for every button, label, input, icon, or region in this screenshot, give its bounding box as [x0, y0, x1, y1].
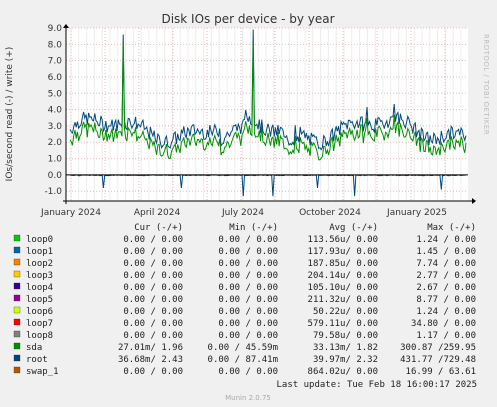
- legend-min-loop1: 0.00 / 0.00: [218, 247, 278, 257]
- legend-cur-loop7: 0.00 / 0.00: [123, 319, 183, 329]
- legend-avg-loop6: 50.22u/ 0.00: [313, 307, 378, 317]
- x-tick-label: January 2024: [40, 208, 101, 218]
- legend-name-sda: sda: [26, 343, 42, 353]
- y-tick-label: 8.0: [48, 40, 63, 50]
- legend-swatch-loop5: [13, 294, 21, 302]
- legend-avg-loop7: 579.11u/ 0.00: [308, 319, 378, 329]
- legend-max-loop5: 8.77 / 0.00: [416, 295, 476, 305]
- legend-max-loop0: 1.24 / 0.00: [416, 235, 476, 245]
- y-tick-label: 7.0: [48, 57, 63, 67]
- y-tick-label: 1.0: [48, 155, 63, 165]
- legend-header-min: Min (-/+): [229, 223, 278, 233]
- legend-min-loop7: 0.00 / 0.00: [218, 319, 278, 329]
- legend-cur-loop6: 0.00 / 0.00: [123, 307, 183, 317]
- legend-max-loop2: 7.74 / 0.00: [416, 259, 476, 269]
- legend-swatch-sda: [13, 342, 21, 350]
- legend-min-root: 0.00 / 87.41m: [208, 355, 278, 365]
- legend-avg-loop5: 211.32u/ 0.00: [308, 295, 378, 305]
- y-tick-label: 6.0: [48, 73, 63, 83]
- legend-swatch-loop8: [13, 330, 21, 338]
- legend-min-loop5: 0.00 / 0.00: [218, 295, 278, 305]
- legend-swatch-loop0: [13, 234, 21, 242]
- legend-cur-loop5: 0.00 / 0.00: [123, 295, 183, 305]
- legend-avg-sda: 33.13m/ 1.82: [313, 343, 378, 353]
- y-tick-label: 9.0: [48, 24, 63, 34]
- legend-swatch-loop1: [13, 246, 21, 254]
- legend-name-loop4: loop4: [26, 283, 53, 293]
- legend-min-loop3: 0.00 / 0.00: [218, 271, 278, 281]
- chart-frame: Disk IOs per device - by year RRDTOOL / …: [0, 0, 497, 407]
- plot-area: 9.0 8.0 7.0 6.0 5.0 4.0 3.0 2.0 1.0 0.0 -1.0 Januar…: [40, 24, 476, 218]
- y-tick-label: 5.0: [48, 89, 63, 99]
- y-tick-label: 3.0: [48, 122, 63, 132]
- last-update: Last update: Tue Feb 18 16:00:17 2025: [277, 380, 477, 390]
- y-axis-label: IOs/second read (-) / write (+): [5, 47, 15, 182]
- legend-name-loop8: loop8: [26, 331, 53, 341]
- legend-max-swap_1: 16.99 / 63.61: [406, 367, 476, 377]
- rrdtool-side-text: RRDTOOL / TOBI OETIKER: [482, 34, 490, 135]
- legend-name-loop0: loop0: [26, 235, 53, 245]
- legend-max-loop4: 2.67 / 0.00: [416, 283, 476, 293]
- legend-header-cur: Cur (-/+): [134, 223, 183, 233]
- x-tick-label: April 2024: [134, 208, 181, 218]
- legend-swatch-root: [13, 354, 21, 362]
- legend-cur-root: 36.68m/ 2.43: [118, 355, 183, 365]
- legend-name-loop6: loop6: [26, 307, 53, 317]
- legend-swatch-loop2: [13, 258, 21, 266]
- legend-avg-loop2: 187.85u/ 0.00: [308, 259, 378, 269]
- x-tick-label: January 2025: [386, 208, 447, 218]
- y-tick-label: 0.0: [48, 171, 63, 181]
- legend-name-loop5: loop5: [26, 295, 53, 305]
- legend-name-loop2: loop2: [26, 259, 53, 269]
- legend-header-avg: Avg (-/+): [329, 223, 378, 233]
- legend-swatch-loop3: [13, 270, 21, 278]
- legend-swatch-swap_1: [13, 366, 21, 374]
- legend-avg-loop1: 117.93u/ 0.00: [308, 247, 378, 257]
- chart-title: Disk IOs per device - by year: [161, 12, 334, 26]
- x-tick-label: October 2024: [299, 208, 361, 218]
- y-tick-label: 2.0: [48, 138, 63, 148]
- legend-min-loop6: 0.00 / 0.00: [218, 307, 278, 317]
- legend-avg-loop4: 105.10u/ 0.00: [308, 283, 378, 293]
- legend-cur-loop8: 0.00 / 0.00: [123, 331, 183, 341]
- legend-cur-loop1: 0.00 / 0.00: [123, 247, 183, 257]
- legend-min-sda: 0.00 / 45.59m: [208, 343, 278, 353]
- legend-cur-swap_1: 0.00 / 0.00: [123, 367, 183, 377]
- legend-cur-sda: 27.01m/ 1.96: [118, 343, 183, 353]
- legend-name-loop1: loop1: [26, 247, 53, 257]
- legend-max-root: 431.77 /729.48: [400, 355, 476, 365]
- legend-avg-loop8: 79.58u/ 0.00: [313, 331, 378, 341]
- legend-max-sda: 300.87 /259.95: [400, 343, 476, 353]
- y-tick-label: -1.0: [44, 187, 62, 197]
- legend-min-swap_1: 0.00 / 0.00: [218, 367, 278, 377]
- legend-min-loop0: 0.00 / 0.00: [218, 235, 278, 245]
- legend-avg-root: 39.97m/ 2.32: [313, 355, 378, 365]
- legend-max-loop7: 34.80 / 0.00: [411, 319, 476, 329]
- legend-cur-loop4: 0.00 / 0.00: [123, 283, 183, 293]
- legend-min-loop4: 0.00 / 0.00: [218, 283, 278, 293]
- legend-max-loop3: 2.77 / 0.00: [416, 271, 476, 281]
- legend-name-root: root: [26, 355, 48, 365]
- legend-name-loop3: loop3: [26, 271, 53, 281]
- legend-min-loop2: 0.00 / 0.00: [218, 259, 278, 269]
- legend-cur-loop2: 0.00 / 0.00: [123, 259, 183, 269]
- legend-swatch-loop6: [13, 306, 21, 314]
- y-tick-label: 4.0: [48, 106, 63, 116]
- legend-name-swap_1: swap_1: [26, 367, 59, 377]
- legend-max-loop8: 1.17 / 0.00: [416, 331, 476, 341]
- legend-max-loop6: 1.24 / 0.00: [416, 307, 476, 317]
- legend-avg-loop3: 204.14u/ 0.00: [308, 271, 378, 281]
- legend-max-loop1: 1.45 / 0.00: [416, 247, 476, 257]
- legend-name-loop7: loop7: [26, 319, 53, 329]
- legend-avg-swap_1: 864.02u/ 0.00: [308, 367, 378, 377]
- legend-avg-loop0: 113.56u/ 0.00: [308, 235, 378, 245]
- legend-cur-loop0: 0.00 / 0.00: [123, 235, 183, 245]
- legend-header-max: Max (-/+): [427, 223, 476, 233]
- legend-cur-loop3: 0.00 / 0.00: [123, 271, 183, 281]
- legend-min-loop8: 0.00 / 0.00: [218, 331, 278, 341]
- munin-footer: Munin 2.0.75: [225, 394, 271, 402]
- legend-swatch-loop7: [13, 318, 21, 326]
- x-tick-label: July 2024: [221, 208, 264, 218]
- legend-swatch-loop4: [13, 282, 21, 290]
